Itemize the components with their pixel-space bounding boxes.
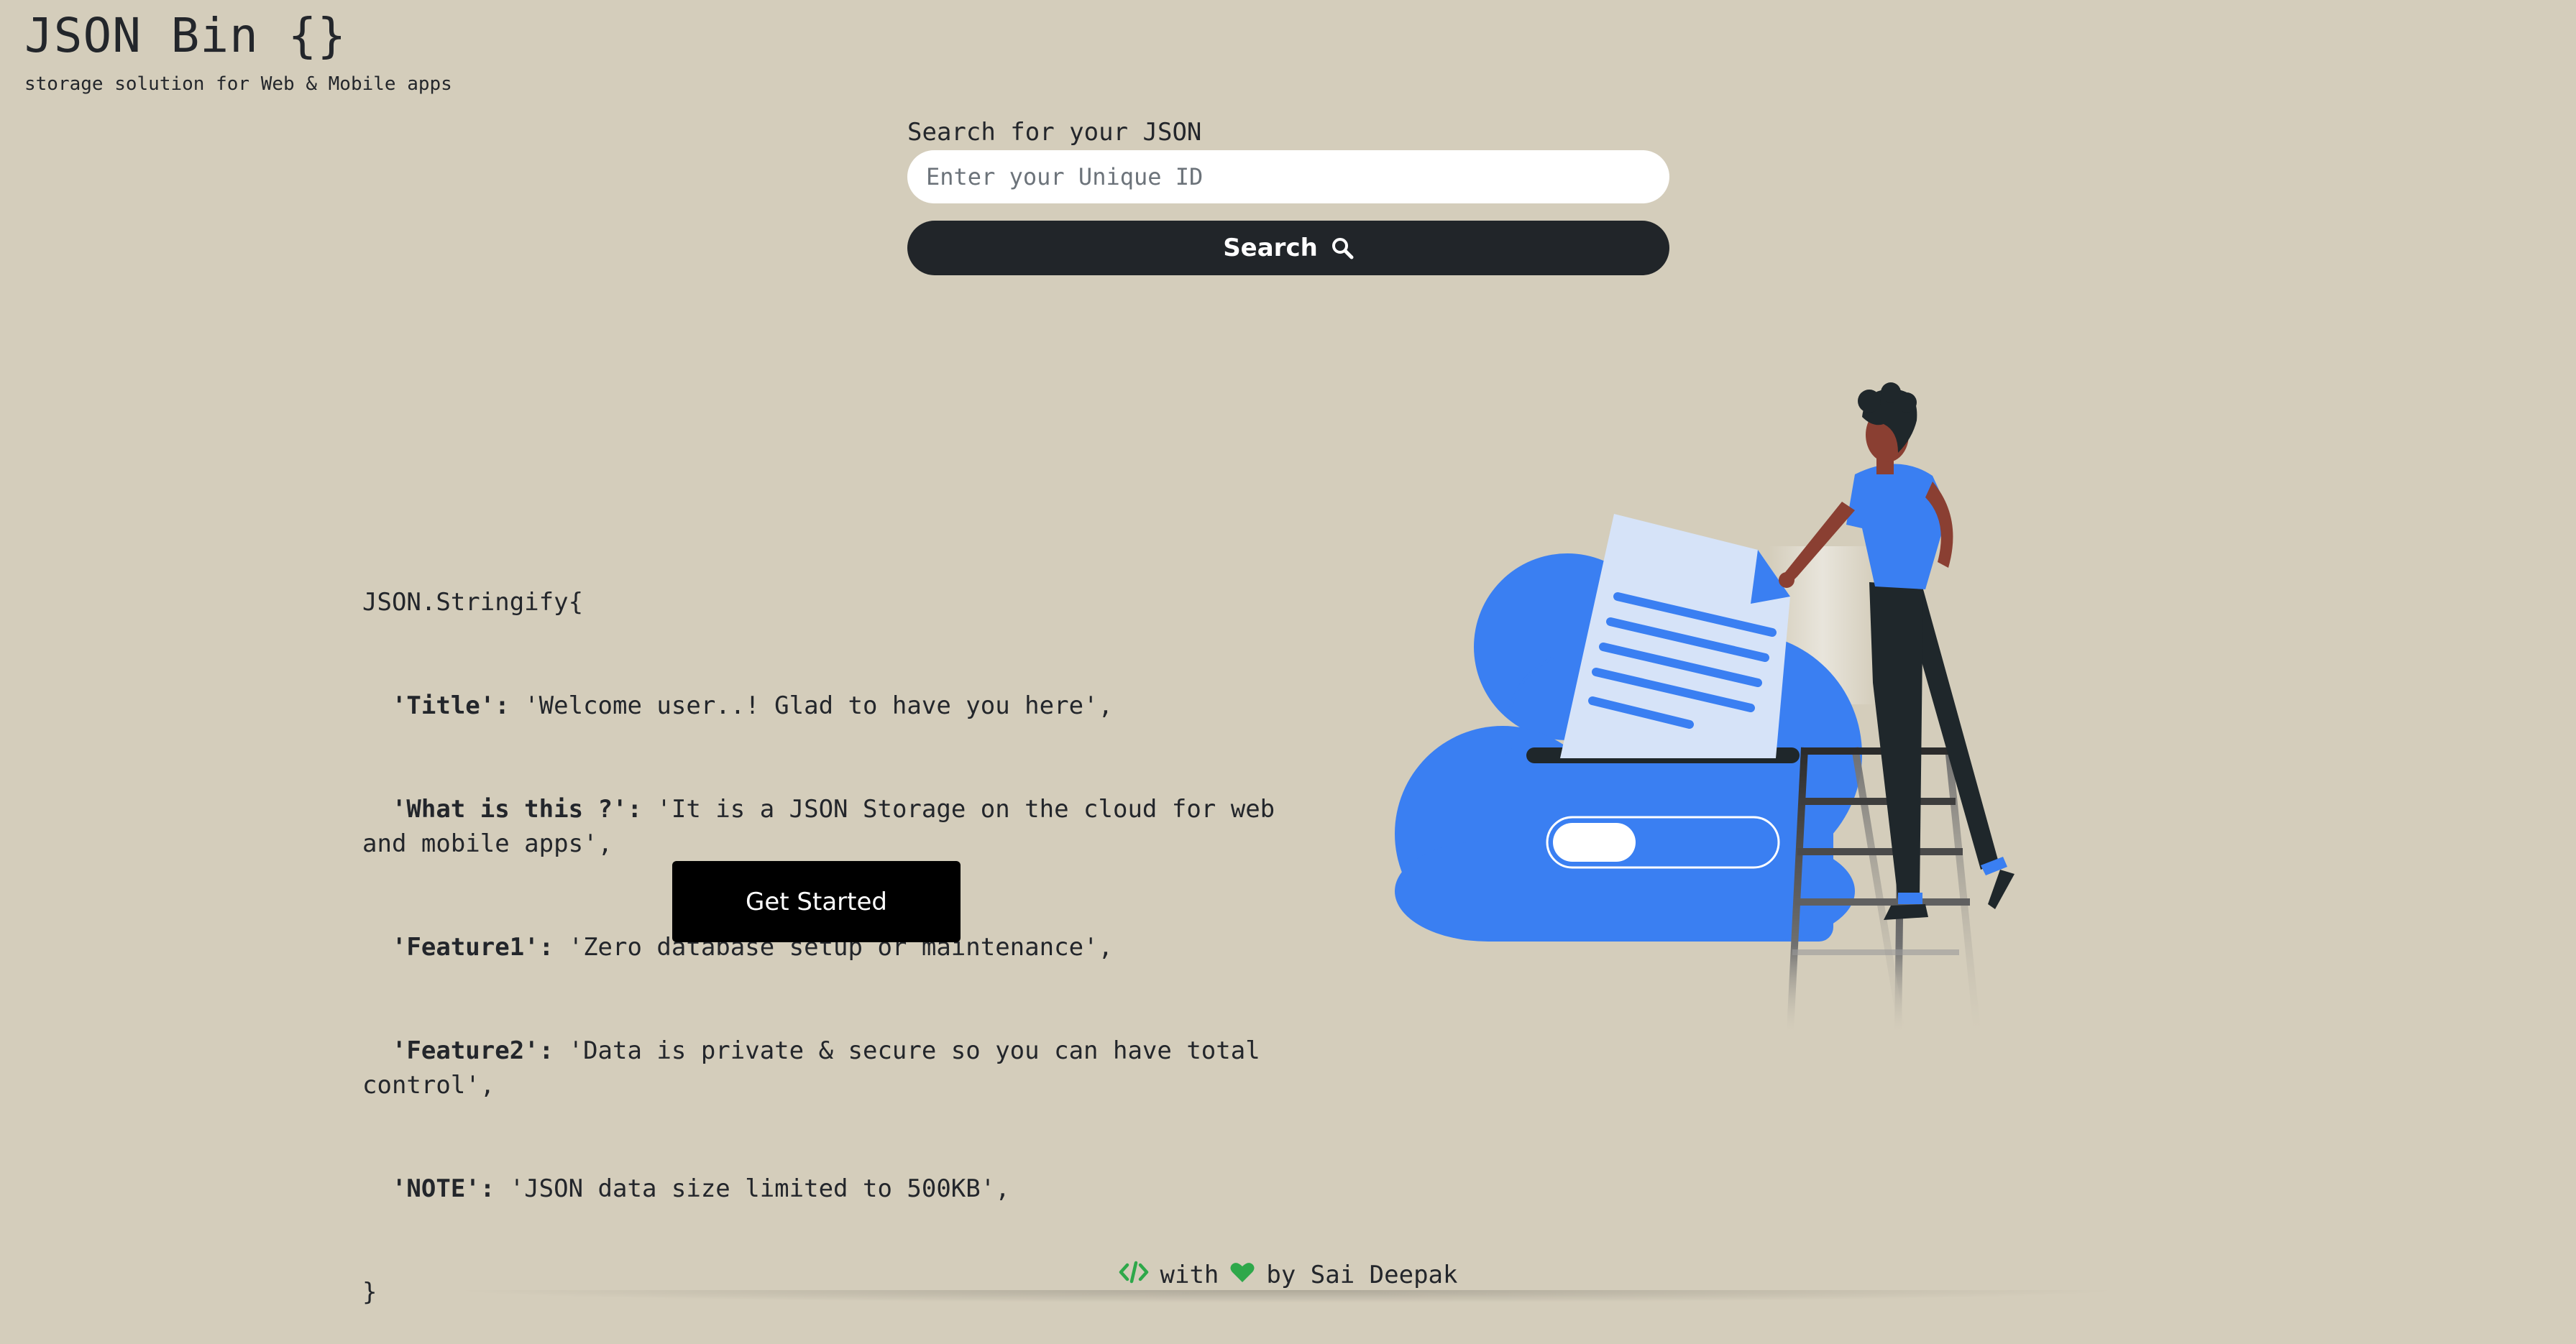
json-entry-note: 'NOTE': 'JSON data size limited to 500KB… bbox=[362, 1172, 1290, 1206]
get-started-button[interactable]: Get Started bbox=[672, 861, 961, 942]
json-key: 'Title': bbox=[391, 691, 510, 720]
search-input[interactable] bbox=[907, 150, 1669, 203]
json-key: 'Feature1': bbox=[391, 933, 554, 962]
json-entry-title: 'Title': 'Welcome user..! Glad to have y… bbox=[362, 689, 1290, 723]
json-open-line: JSON.Stringify{ bbox=[362, 588, 584, 617]
footer-shadow bbox=[446, 1290, 2128, 1303]
json-entry-what: 'What is this ?': 'It is a JSON Storage … bbox=[362, 792, 1290, 861]
json-key: 'Feature2': bbox=[391, 1036, 554, 1065]
json-value: 'Welcome user..! Glad to have you here', bbox=[509, 691, 1113, 720]
app-subtitle: storage solution for Web & Mobile apps bbox=[24, 73, 452, 95]
json-entry-feature2: 'Feature2': 'Data is private & secure so… bbox=[362, 1034, 1290, 1103]
cloud-upload-illustration bbox=[1395, 382, 2014, 1032]
app-title: JSON Bin {} bbox=[24, 8, 347, 63]
search-button-label: Search bbox=[1223, 234, 1318, 262]
heart-icon bbox=[1230, 1261, 1255, 1289]
document-icon bbox=[1560, 514, 1790, 758]
footer: with by Sai Deepak bbox=[0, 1258, 2576, 1292]
footer-with-text: with bbox=[1160, 1261, 1219, 1289]
json-value: 'JSON data size limited to 500KB', bbox=[495, 1174, 1010, 1203]
code-icon bbox=[1119, 1260, 1149, 1291]
footer-author-text: by Sai Deepak bbox=[1266, 1261, 1458, 1289]
search-button[interactable]: Search bbox=[907, 221, 1669, 275]
json-key: 'What is this ?': bbox=[391, 795, 642, 824]
progress-fill bbox=[1553, 823, 1636, 862]
search-label: Search for your JSON bbox=[907, 118, 1202, 147]
search-icon bbox=[1331, 236, 1354, 259]
json-key: 'NOTE': bbox=[391, 1174, 495, 1203]
